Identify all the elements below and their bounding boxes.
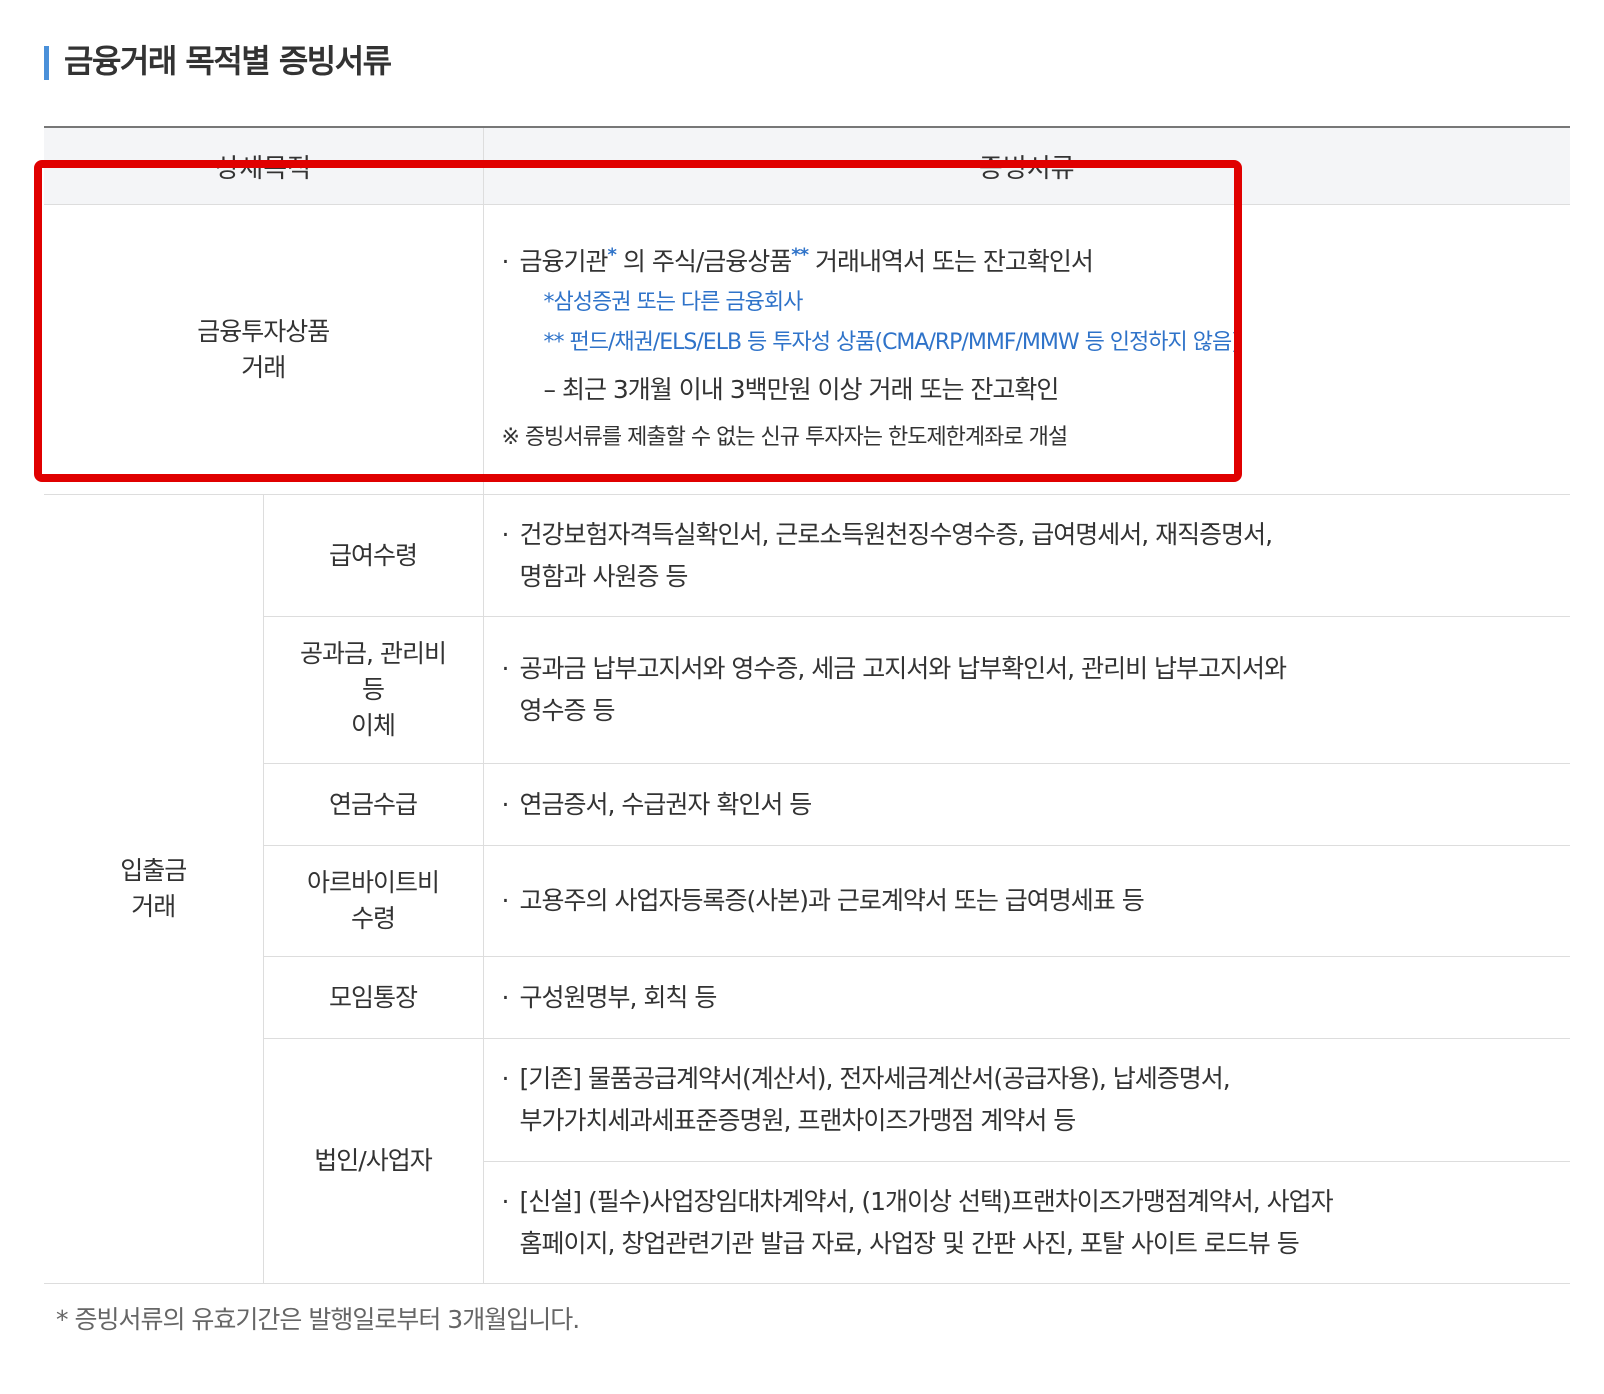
footnote-marker: ** — [791, 244, 809, 266]
category-deposit: 입출금 거래 — [44, 494, 263, 1284]
table-row: 모임통장 · 구성원명부, 회칙 등 — [44, 956, 1570, 1039]
documents-business-new: · [신설] (필수)사업장임대차계약서, (1개이상 선택)프랜차이즈가맹점계약… — [482, 1161, 1570, 1284]
documents-table: 상세목적 증빙서류 금융투자상품 거래 · 금융기관* 의 주식/금융상품** 거… — [44, 126, 1570, 1284]
sub-purpose-salary: 급여수령 — [262, 494, 483, 617]
sub-purpose-pension: 연금수급 — [262, 763, 483, 846]
reference-note: ※ 증빙서류를 제출할 수 없는 신규 투자자는 한도제한계좌로 개설 — [501, 424, 1069, 450]
bullet: · — [501, 886, 510, 915]
bullet: · — [501, 1064, 510, 1093]
header-purpose: 상세목적 — [44, 127, 483, 205]
sub-purpose-utilities: 공과금, 관리비 등 이체 — [262, 616, 483, 764]
sub-purpose-business: 법인/사업자 — [262, 1038, 483, 1284]
note-institution: *삼성증권 또는 다른 금융회사 — [543, 289, 804, 315]
category-label: 입출금 — [120, 856, 187, 885]
sub-purpose-parttime: 아르바이트비 수령 — [262, 845, 483, 957]
condition-text: – 최근 3개월 이내 3백만원 이상 거래 또는 잔고확인 — [543, 374, 1060, 404]
bullet: · — [501, 654, 510, 683]
documents-parttime: · 고용주의 사업자등록증(사본)과 근로계약서 또는 급여명세표 등 — [482, 845, 1570, 957]
footnote-marker: * — [607, 244, 617, 266]
table-row: 금융투자상품 거래 · 금융기관* 의 주식/금융상품** 거래내역서 또는 잔고… — [44, 204, 1571, 495]
bullet: · — [501, 519, 510, 549]
documents-business-existing: · [기존] 물품공급계약서(계산서), 전자세금계산서(공급자용), 납세증명서… — [482, 1038, 1570, 1162]
footnote: * 증빙서류의 유효기간은 발행일로부터 3개월입니다. — [56, 1305, 580, 1334]
documents-salary: · 건강보험자격득실확인서, 근로소득원천징수영수증, 급여명세서, 재직증명서,… — [482, 494, 1570, 617]
table-row: 아르바이트비 수령 · 고용주의 사업자등록증(사본)과 근로계약서 또는 급여명… — [44, 845, 1570, 957]
document-item: · 금융기관* 의 주식/금융상품** 거래내역서 또는 잔고확인서 — [502, 241, 1571, 283]
category-label: 금융투자상품 — [197, 316, 330, 346]
note-products: ** 펀드/채권/ELS/ELB 등 투자성 상품(CMA/RP/MMF/MMW… — [543, 329, 1240, 355]
bullet: · — [501, 982, 510, 1012]
documents-investment: · 금융기관* 의 주식/금융상품** 거래내역서 또는 잔고확인서 *삼성증권 … — [482, 204, 1571, 495]
bullet: · — [501, 789, 510, 819]
header-documents: 증빙서류 — [482, 127, 1570, 205]
bullet: · — [501, 1186, 510, 1216]
sub-purpose-group-account: 모임통장 — [262, 956, 483, 1039]
table-row: 연금수급 · 연금증서, 수급권자 확인서 등 — [44, 763, 1570, 846]
table-row: 입출금 거래 급여수령 · 건강보험자격득실확인서, 근로소득원천징수영수증, 급… — [44, 494, 1570, 1284]
category-label: 거래 — [241, 352, 286, 382]
category-label: 거래 — [131, 892, 176, 921]
category-investment: 금융투자상품 거래 — [44, 204, 483, 495]
documents-pension: · 연금증서, 수급권자 확인서 등 — [482, 763, 1570, 846]
table-row: 법인/사업자 · [기존] 물품공급계약서(계산서), 전자세금계산서(공급자용)… — [44, 1038, 1570, 1284]
title-accent-bar — [44, 46, 49, 80]
table-header-row: 상세목적 증빙서류 — [44, 127, 1570, 205]
bullet: · — [501, 246, 510, 276]
table-row: 공과금, 관리비 등 이체 · 공과금 납부고지서와 영수증, 세금 고지서와 납… — [44, 616, 1570, 764]
documents-group-account: · 구성원명부, 회칙 등 — [482, 956, 1570, 1039]
documents-utilities: · 공과금 납부고지서와 영수증, 세금 고지서와 납부확인서, 관리비 납부고지… — [482, 616, 1570, 764]
page-title: 금융거래 목적별 증빙서류 — [64, 42, 392, 80]
